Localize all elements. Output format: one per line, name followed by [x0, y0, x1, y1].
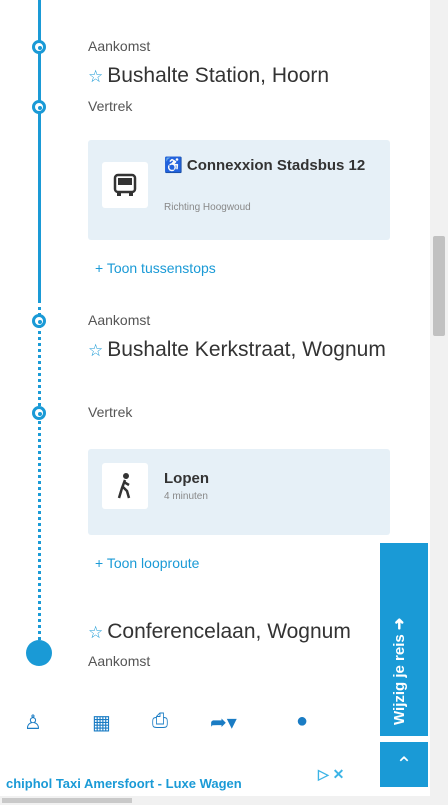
hscroll-thumb[interactable]: [2, 798, 132, 803]
leg-title: Lopen: [164, 470, 209, 487]
timeline-walk-line: [38, 300, 41, 640]
stop-type-label: Aankomst: [88, 653, 151, 669]
show-stops-link[interactable]: + Toon tussenstops: [95, 260, 216, 276]
horizontal-scrollbar[interactable]: [0, 796, 430, 805]
chevron-up-icon: ⌃: [395, 754, 413, 776]
plus-icon: +: [95, 260, 107, 276]
leg-title: ♿ Connexxion Stadsbus 12: [164, 157, 366, 174]
wheelchair-icon: ♿: [164, 157, 187, 174]
arrow-icon: ➜: [391, 617, 408, 631]
star-icon[interactable]: ☆: [88, 623, 103, 642]
leg-card-bus: ♿ Connexxion Stadsbus 12 Richting Hoogwo…: [88, 140, 390, 240]
scroll-up-button[interactable]: ⌃: [380, 742, 428, 787]
stop-name: ☆ Bushalte Station, Hoorn: [88, 64, 330, 87]
stop-type-label: Aankomst: [88, 38, 151, 54]
vertical-scrollbar[interactable]: [430, 0, 448, 805]
print-icon[interactable]: ⎙: [152, 710, 168, 733]
star-icon[interactable]: ☆: [88, 341, 103, 360]
plus-icon: +: [95, 555, 107, 571]
bus-icon: [102, 162, 148, 208]
leg-subtitle: Richting Hoogwoud: [164, 202, 251, 213]
stop-type-label: Vertrek: [88, 98, 133, 114]
trip-details: Aankomst ☆ Bushalte Station, Hoorn Vertre…: [0, 0, 430, 805]
leg-card-walk: Lopen 4 minuten: [88, 449, 390, 535]
scroll-thumb[interactable]: [433, 236, 445, 336]
stop-name: ☆ Bushalte Kerkstraat, Wognum: [88, 338, 386, 361]
edit-trip-label: Wijzig je reis ➜: [391, 617, 408, 725]
person-icon[interactable]: ♙: [24, 710, 42, 735]
ad-text[interactable]: chiphol Taxi Amersfoort - Luxe Wagen: [6, 776, 242, 791]
stop-type-label: Vertrek: [88, 404, 133, 420]
edit-trip-button[interactable]: Wijzig je reis ➜: [380, 543, 428, 736]
leg-subtitle: 4 minuten: [164, 491, 208, 502]
stop-dot: [32, 406, 46, 420]
walk-icon: [102, 463, 148, 509]
stop-dot: [32, 100, 46, 114]
star-icon[interactable]: ☆: [88, 67, 103, 86]
stop-dot: [32, 314, 46, 328]
ad-banner[interactable]: chiphol Taxi Amersfoort - Luxe Wagen ▷ ✕: [0, 762, 380, 794]
stop-dot: [32, 40, 46, 54]
ad-close-icon[interactable]: ▷ ✕: [318, 766, 344, 783]
show-route-link[interactable]: + Toon looproute: [95, 555, 199, 571]
stop-name: ☆ Conferencelaan, Wognum: [88, 620, 351, 643]
destination-dot: [26, 640, 52, 666]
share-icon[interactable]: ➦▾: [210, 710, 237, 735]
comment-icon[interactable]: ●: [296, 710, 308, 733]
calendar-icon[interactable]: ▦: [92, 710, 111, 735]
stop-type-label: Aankomst: [88, 312, 151, 328]
